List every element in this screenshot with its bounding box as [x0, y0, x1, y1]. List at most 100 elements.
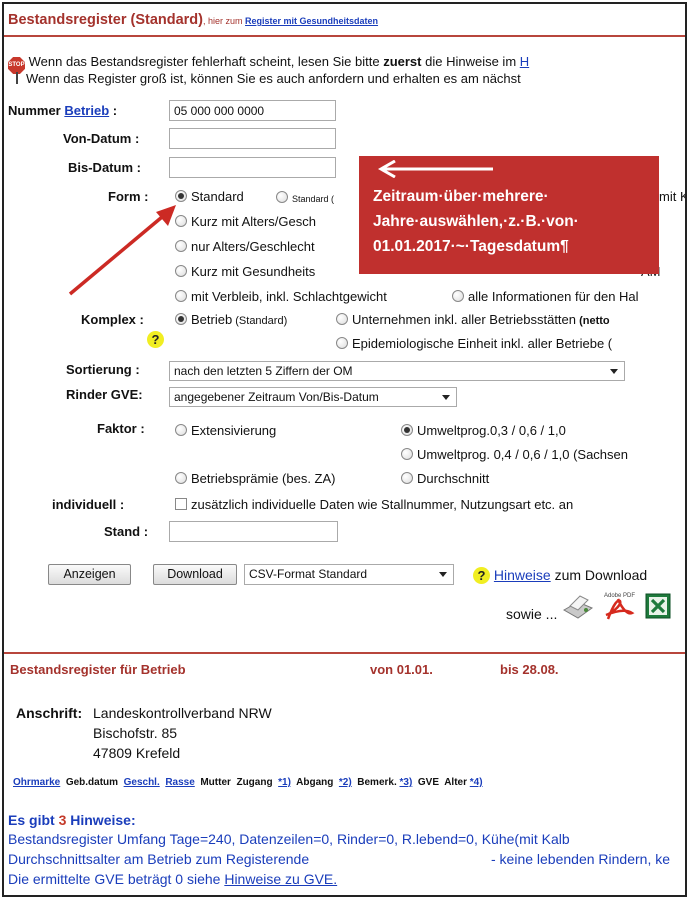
col-ohrmarke[interactable]: Ohrmarke: [13, 777, 60, 788]
komplex-option-epidemiologisch-label: Epidemiologische Einheit inkl. aller Bet…: [352, 336, 613, 351]
help-question-icon: ?: [473, 567, 490, 584]
faktor-label: Faktor :: [97, 421, 145, 436]
chevron-down-icon: [610, 369, 618, 374]
health-register-link[interactable]: Register mit Gesundheitsdaten: [245, 16, 378, 26]
col-mutter: Mutter: [200, 777, 231, 788]
form-option-standard-alt[interactable]: Standard (: [276, 191, 334, 204]
individuell-checkbox[interactable]: zusätzlich individuelle Daten wie Stalln…: [175, 497, 573, 512]
radio-checked-icon: [401, 424, 413, 436]
komplex-option-epidemiologisch[interactable]: Epidemiologische Einheit inkl. aller Bet…: [336, 336, 612, 351]
betrieb-link[interactable]: Betrieb: [64, 103, 109, 118]
faktor-option-umweltprog-03[interactable]: Umweltprog.0,3 / 0,6 / 1,0: [401, 423, 566, 438]
komplex-help[interactable]: ?: [147, 331, 164, 348]
print-icon[interactable]: [560, 592, 596, 622]
callout-text: Zeitraum·über·mehrere· Jahre·auswählen,·…: [373, 184, 579, 259]
page-header: Bestandsregister (Standard), hier zum Re…: [8, 12, 378, 28]
page-title: Bestandsregister (Standard): [8, 12, 203, 28]
download-format-select[interactable]: CSV-Format Standard: [244, 564, 454, 585]
radio-icon: [452, 290, 464, 302]
col-bemerk: Bemerk.: [357, 777, 397, 788]
faktor-option-extensivierung-label: Extensivierung: [191, 423, 277, 438]
form-option-standard[interactable]: Standard: [175, 189, 244, 204]
pdf-icon[interactable]: Adobe PDF: [602, 589, 636, 623]
bis-datum-input[interactable]: [169, 157, 336, 178]
download-hints-link[interactable]: Hinweise: [494, 567, 551, 583]
sortierung-value: nach den letzten 5 Ziffern der OM: [174, 364, 353, 378]
anzeigen-button[interactable]: Anzeigen: [48, 564, 131, 585]
sortierung-select[interactable]: nach den letzten 5 Ziffern der OM: [169, 361, 625, 381]
header-divider: [4, 35, 685, 37]
register-column-headers: Ohrmarke Geb.datum Geschl. Rasse Mutter …: [13, 777, 483, 788]
col-geschl[interactable]: Geschl.: [124, 777, 160, 788]
sortierung-label: Sortierung :: [66, 362, 140, 377]
radio-icon: [336, 313, 348, 325]
von-datum-label: Von-Datum :: [63, 131, 140, 146]
form-option-kurz-alters[interactable]: Kurz mit Alters/Gesch: [175, 214, 316, 229]
col-abgang: Abgang: [296, 777, 334, 788]
col-note-4[interactable]: *4): [470, 777, 483, 788]
faktor-option-umweltprog-04[interactable]: Umweltprog. 0,4 / 0,6 / 1,0 (Sachsen: [401, 447, 628, 462]
chevron-down-icon: [439, 572, 447, 577]
col-note-3[interactable]: *3): [400, 777, 413, 788]
rinder-gve-label: Rinder GVE:: [66, 387, 143, 402]
gve-hints-link[interactable]: Hinweise zu GVE.: [224, 871, 337, 887]
faktor-option-extensivierung[interactable]: Extensivierung: [175, 423, 276, 438]
stand-input[interactable]: [169, 521, 338, 542]
annotation-arrow-icon: [68, 205, 176, 296]
radio-checked-icon: [175, 313, 187, 325]
faktor-option-umweltprog-03-label: Umweltprog.0,3 / 0,6 / 1,0: [417, 423, 566, 438]
notice-line1-bold: zuerst: [383, 54, 422, 69]
von-datum-input[interactable]: [169, 128, 336, 149]
form-option-nur-alters[interactable]: nur Alters/Geschlecht: [175, 239, 315, 254]
faktor-option-durchschnitt-label: Durchschnitt: [417, 471, 490, 486]
callout-line2: Jahre·auswählen,·z.·B.·von·: [373, 213, 579, 230]
form-option-kurz-gesundheit[interactable]: Kurz mit Gesundheits: [175, 264, 315, 279]
download-hints: ? Hinweise zum Download: [473, 567, 647, 584]
col-note-2[interactable]: *2): [339, 777, 352, 788]
annotation-callout: Zeitraum·über·mehrere· Jahre·auswählen,·…: [359, 156, 659, 274]
form-option-alle-info-label: alle Informationen für den Hal: [468, 289, 639, 304]
form-option-verbleib-label: mit Verbleib, inkl. Schlachtgewicht: [191, 289, 387, 304]
result-bis: bis 28.08.: [500, 662, 559, 677]
help-question-icon: ?: [147, 331, 164, 348]
anschrift-line1: Landeskontrollverband NRW: [93, 705, 272, 721]
komplex-option-unternehmen[interactable]: Unternehmen inkl. aller Betriebsstätten …: [336, 312, 610, 327]
betrieb-number-input[interactable]: 05 000 000 0000: [169, 100, 336, 121]
individuell-text: zusätzlich individuelle Daten wie Stalln…: [191, 497, 574, 512]
komplex-label: Komplex :: [81, 312, 144, 327]
faktor-option-durchschnitt[interactable]: Durchschnitt: [401, 471, 489, 486]
notice-line1-b: die Hinweise im: [421, 54, 520, 69]
result-divider: [4, 652, 685, 654]
col-rasse[interactable]: Rasse: [165, 777, 194, 788]
faktor-option-umweltprog-04-label: Umweltprog. 0,4 / 0,6 / 1,0 (Sachsen: [417, 447, 628, 462]
radio-icon: [276, 191, 288, 203]
col-note-1[interactable]: *1): [278, 777, 291, 788]
download-hints-suffix: zum Download: [550, 567, 648, 583]
form-option-alle-info[interactable]: alle Informationen für den Hal: [452, 289, 639, 304]
individuell-label: individuell :: [52, 497, 125, 512]
callout-line1: Zeitraum·über·mehrere·: [373, 188, 549, 205]
form-option-nur-alters-label: nur Alters/Geschlecht: [191, 239, 315, 254]
notice-line2: Wenn das Register groß ist, können Sie e…: [12, 71, 521, 86]
callout-line3: 01.01.2017·~·Tagesdatum¶: [373, 238, 569, 255]
form-option-verbleib[interactable]: mit Verbleib, inkl. Schlachtgewicht: [175, 289, 387, 304]
komplex-option-unternehmen-label: Unternehmen inkl. aller Betriebsstätten: [352, 312, 577, 327]
excel-icon[interactable]: [645, 593, 671, 619]
chevron-down-icon: [442, 395, 450, 400]
col-alter: Alter: [444, 777, 467, 788]
radio-icon: [336, 337, 348, 349]
checkbox-icon: [175, 498, 187, 510]
anschrift-label: Anschrift:: [16, 705, 83, 721]
hint-2a: Durchschnittsalter am Betrieb zum Regist…: [8, 851, 310, 867]
rinder-gve-select[interactable]: angegebener Zeitraum Von/Bis-Datum: [169, 387, 457, 407]
anschrift-line2: Bischofstr. 85: [93, 725, 178, 741]
sowie-text: sowie ...: [506, 606, 558, 622]
hints-title: Es gibt 3 Hinweise:: [8, 812, 136, 828]
notice-hint-link[interactable]: H: [520, 54, 529, 69]
faktor-option-betriebspraemie[interactable]: Betriebsprämie (bes. ZA): [175, 471, 336, 486]
svg-text:Adobe PDF: Adobe PDF: [604, 593, 635, 599]
download-button[interactable]: Download: [153, 564, 237, 585]
komplex-option-betrieb[interactable]: Betrieb (Standard): [175, 312, 287, 327]
hint-2b: - keine lebenden Rindern, ke: [491, 851, 671, 867]
form-option-mit-ka[interactable]: mit Ka: [659, 189, 685, 204]
